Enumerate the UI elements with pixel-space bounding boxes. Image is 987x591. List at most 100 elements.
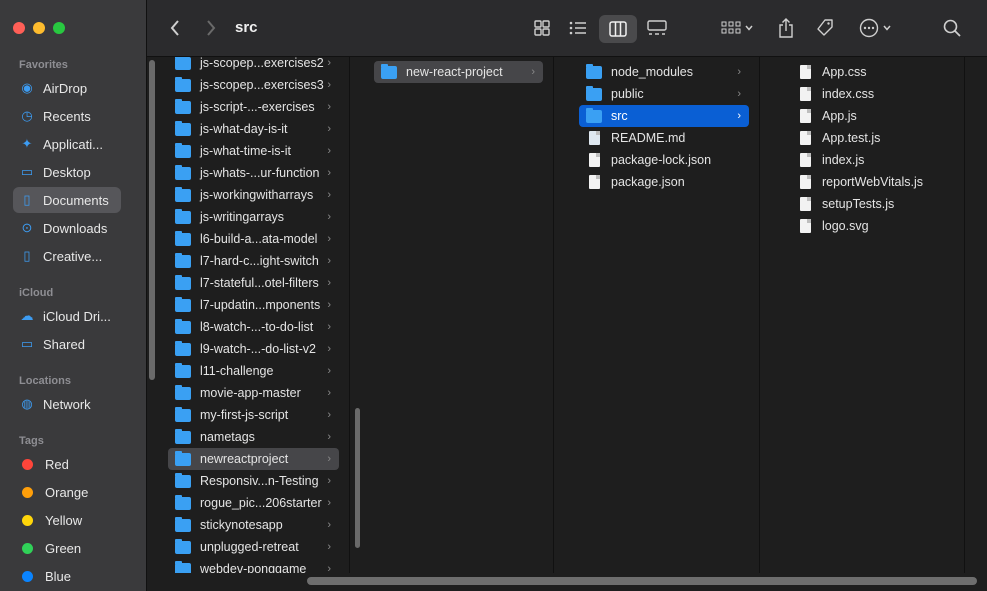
group-by-button[interactable] bbox=[719, 16, 755, 40]
folder-item-js-workingwitharrays[interactable]: js-workingwitharrays › bbox=[168, 184, 339, 206]
folder-item-my-first-js-script[interactable]: my-first-js-script › bbox=[168, 404, 339, 426]
folder-item-unplugged-retreat[interactable]: unplugged-retreat › bbox=[168, 536, 339, 558]
folder-item-newreactproject[interactable]: newreactproject › bbox=[168, 448, 339, 470]
download-icon: ⊙ bbox=[21, 220, 33, 235]
sidebar-item-desktop[interactable]: ▭ Desktop bbox=[13, 159, 121, 185]
column-new-react-project: node_modules › public › src › README.md package… bbox=[554, 57, 760, 573]
file-item-logo-svg[interactable]: logo.svg bbox=[790, 215, 954, 237]
sidebar-item-airdrop[interactable]: ◉ AirDrop bbox=[13, 75, 121, 101]
file-item-index-js[interactable]: index.js bbox=[790, 149, 954, 171]
item-label: stickynotesapp bbox=[200, 518, 283, 532]
icon-view-button[interactable] bbox=[531, 16, 553, 40]
file-item-package-json[interactable]: package.json bbox=[579, 171, 749, 193]
search-button[interactable] bbox=[941, 16, 963, 40]
sidebar-item-label: Recents bbox=[43, 108, 91, 124]
folder-item-js-writingarrays[interactable]: js-writingarrays › bbox=[168, 206, 339, 228]
folder-item-js-scopep-exercises3[interactable]: js-scopep...exercises3 › bbox=[168, 74, 339, 96]
sidebar-item-downloads[interactable]: ⊙ Downloads bbox=[13, 215, 121, 241]
chevron-right-icon: › bbox=[327, 277, 331, 289]
item-label: js-what-time-is-it bbox=[200, 144, 291, 158]
file-item-readme-md[interactable]: README.md bbox=[579, 127, 749, 149]
share-button[interactable] bbox=[775, 16, 797, 40]
item-label: reportWebVitals.js bbox=[822, 175, 923, 189]
folder-item-rogue-pic-206starter[interactable]: rogue_pic...206starter › bbox=[168, 492, 339, 514]
folder-item-l11-challenge[interactable]: l11-challenge › bbox=[168, 360, 339, 382]
chevron-right-icon: › bbox=[327, 145, 331, 157]
file-item-reportwebvitals-js[interactable]: reportWebVitals.js bbox=[790, 171, 954, 193]
back-button[interactable] bbox=[165, 16, 185, 40]
folder-item-l8-watch-to-do-list[interactable]: l8-watch-...-to-do-list › bbox=[168, 316, 339, 338]
item-label: setupTests.js bbox=[822, 197, 895, 211]
gallery-view-button[interactable] bbox=[645, 16, 669, 40]
file-item-app-css[interactable]: App.css bbox=[790, 61, 954, 83]
more-actions-button[interactable] bbox=[857, 16, 893, 40]
sidebar-item-applicati[interactable]: ✦ Applicati... bbox=[13, 131, 121, 157]
tag-button[interactable] bbox=[814, 16, 836, 40]
sidebar-scrollbar[interactable] bbox=[149, 60, 155, 380]
zoom-window-button[interactable] bbox=[53, 22, 65, 34]
sidebar-tag-blue[interactable]: Blue bbox=[13, 563, 121, 589]
folder-item-stickynotesapp[interactable]: stickynotesapp › bbox=[168, 514, 339, 536]
item-label: rogue_pic...206starter bbox=[200, 496, 322, 510]
folder-item-l7-stateful-otel-filters[interactable]: l7-stateful...otel-filters › bbox=[168, 272, 339, 294]
close-window-button[interactable] bbox=[13, 22, 25, 34]
column-view-button[interactable] bbox=[599, 15, 637, 43]
folder-item-l9-watch-do-list-v2[interactable]: l9-watch-...-do-list-v2 › bbox=[168, 338, 339, 360]
folder-item-l7-hard-c-ight-switch[interactable]: l7-hard-c...ight-switch › bbox=[168, 250, 339, 272]
sidebar-item-network[interactable]: ◍ Network bbox=[13, 391, 121, 417]
document-icon bbox=[800, 153, 811, 167]
sidebar-tag-red[interactable]: Red bbox=[13, 451, 121, 477]
folder-icon bbox=[175, 142, 191, 158]
file-item-index-css[interactable]: index.css bbox=[790, 83, 954, 105]
folder-item-new-react-project[interactable]: new-react-project › bbox=[374, 61, 543, 83]
sidebar-tag-green[interactable]: Green bbox=[13, 535, 121, 561]
folder-item-js-what-time-is-it[interactable]: js-what-time-is-it › bbox=[168, 140, 339, 162]
sidebar-item-shared[interactable]: ▭ Shared bbox=[13, 331, 121, 357]
sidebar-item-creative[interactable]: ▯ Creative... bbox=[13, 243, 121, 269]
chevron-right-icon: › bbox=[327, 57, 331, 69]
folder-item-js-scopep-exercises2[interactable]: js-scopep...exercises2 › bbox=[168, 57, 339, 74]
folder-item-webdev-ponggame[interactable]: webdev-ponggame › bbox=[168, 558, 339, 573]
chevron-right-icon: › bbox=[327, 299, 331, 311]
forward-button[interactable] bbox=[201, 16, 221, 40]
column-vertical-scrollbar[interactable] bbox=[355, 408, 360, 548]
sidebar-tag-orange[interactable]: Orange bbox=[13, 479, 121, 505]
file-item-setuptests-js[interactable]: setupTests.js bbox=[790, 193, 954, 215]
chevron-right-icon: › bbox=[327, 255, 331, 267]
document-icon bbox=[589, 175, 600, 189]
list-view-button[interactable] bbox=[567, 16, 589, 40]
minimize-window-button[interactable] bbox=[33, 22, 45, 34]
item-label: js-workingwitharrays bbox=[200, 188, 314, 202]
sidebar-item-icloud-dri[interactable]: ☁ iCloud Dri... bbox=[13, 303, 121, 329]
folder-item-responsiv-n-testing[interactable]: Responsiv...n-Testing › bbox=[168, 470, 339, 492]
folder-item-node-modules[interactable]: node_modules › bbox=[579, 61, 749, 83]
item-label: js-writingarrays bbox=[200, 210, 285, 224]
folder-item-nametags[interactable]: nametags › bbox=[168, 426, 339, 448]
folder-icon bbox=[175, 120, 191, 136]
folder-item-js-whats-ur-function[interactable]: js-whats-...ur-function › bbox=[168, 162, 339, 184]
folder-item-public[interactable]: public › bbox=[579, 83, 749, 105]
tag-dot-icon bbox=[22, 486, 33, 498]
sidebar-tag-yellow[interactable]: Yellow bbox=[13, 507, 121, 533]
file-item-app-js[interactable]: App.js bbox=[790, 105, 954, 127]
sidebar-item-documents[interactable]: ▯ Documents bbox=[13, 187, 121, 213]
item-label: index.css bbox=[822, 87, 875, 101]
horizontal-scrollbar[interactable] bbox=[307, 577, 977, 585]
file-item-app-test-js[interactable]: App.test.js bbox=[790, 127, 954, 149]
folder-item-js-script-exercises[interactable]: js-script-...-exercises › bbox=[168, 96, 339, 118]
chevron-left-icon bbox=[170, 20, 179, 36]
file-item-package-lock-json[interactable]: package-lock.json bbox=[579, 149, 749, 171]
folder-item-l7-updatin-mponents[interactable]: l7-updatin...mponents › bbox=[168, 294, 339, 316]
item-label: js-whats-...ur-function bbox=[200, 166, 320, 180]
favorites-section-title: Favorites bbox=[19, 59, 68, 71]
folder-item-js-what-day-is-it[interactable]: js-what-day-is-it › bbox=[168, 118, 339, 140]
sidebar-item-label: Shared bbox=[43, 336, 85, 352]
item-label: js-script-...-exercises bbox=[200, 100, 315, 114]
folder-item-movie-app-master[interactable]: movie-app-master › bbox=[168, 382, 339, 404]
sidebar-item-recents[interactable]: ◷ Recents bbox=[13, 103, 121, 129]
document-icon bbox=[589, 153, 600, 167]
folder-item-l6-build-a-ata-model[interactable]: l6-build-a...ata-model › bbox=[168, 228, 339, 250]
folder-item-src[interactable]: src › bbox=[579, 105, 749, 127]
folder-icon bbox=[175, 274, 191, 290]
folder-icon bbox=[175, 186, 191, 202]
